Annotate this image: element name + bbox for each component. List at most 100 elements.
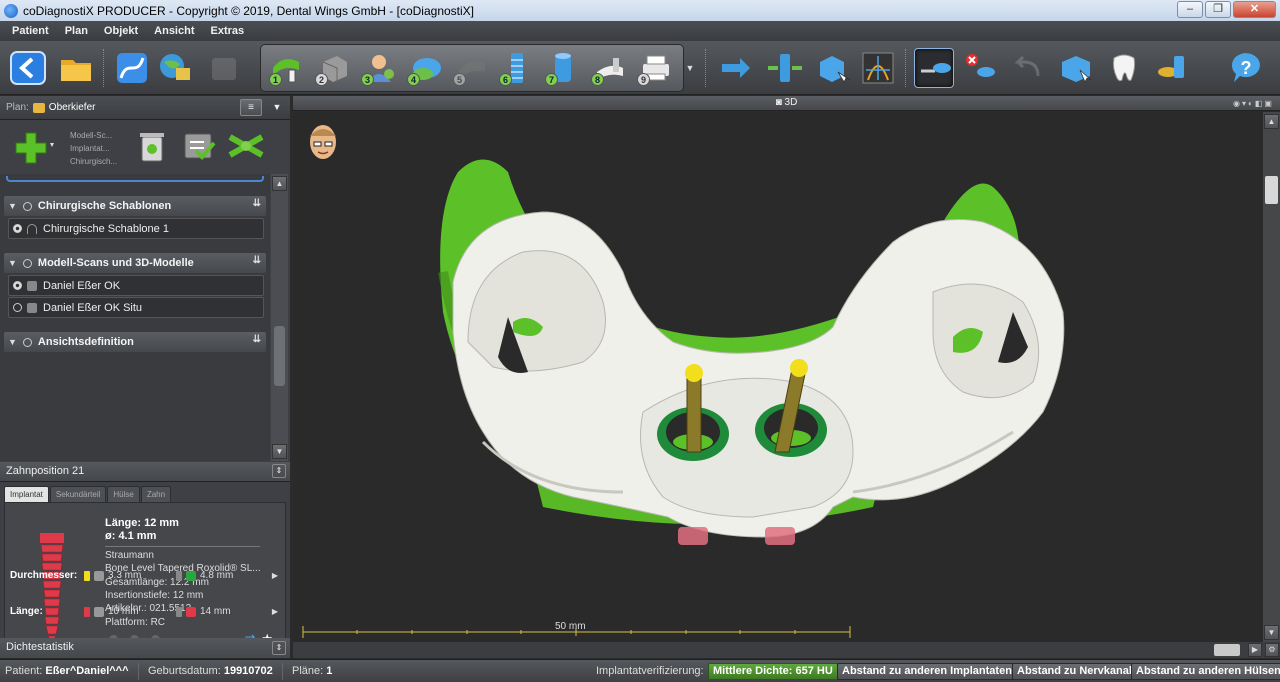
curve-tool-button[interactable] <box>112 48 152 88</box>
tree-scrollbar[interactable]: ▲ ▼ <box>271 174 288 461</box>
implant-tabs: Implantat Sekundärteil Hülse Zahn <box>4 486 172 502</box>
spinner-icon[interactable]: ⇕ <box>272 464 286 478</box>
camera-icon: ◙ <box>775 97 785 108</box>
distance-sleeves-button[interactable]: Abstand zu anderen Hülsen <box>1131 663 1280 680</box>
object-type-label-implants: Implantat... <box>70 144 110 153</box>
plans-value: 1 <box>326 665 333 677</box>
tooth-button[interactable] <box>1104 48 1144 88</box>
workflow-step-6[interactable]: 6 <box>497 48 537 88</box>
scroll-up-icon[interactable]: ▲ <box>272 176 287 191</box>
workflow-step-3[interactable]: 3 <box>359 48 399 88</box>
next-arrow-icon[interactable]: ▶ <box>272 607 278 616</box>
plan-list-button[interactable]: ≡ <box>240 99 262 116</box>
menu-plan[interactable]: Plan <box>57 25 96 37</box>
workflow-step-4[interactable]: 4 <box>405 48 445 88</box>
view-controls-icon[interactable]: ◉▾◐◧▣ <box>1233 97 1274 111</box>
workflow-step-9[interactable]: 9 <box>635 48 675 88</box>
guide-export-button[interactable] <box>226 129 266 163</box>
tree-item-model-ok-situ[interactable]: Daniel Eßer OK Situ <box>8 297 264 318</box>
verify-list-button[interactable] <box>182 129 218 163</box>
density-statistics-bar[interactable]: Dichtestatistik ⇕ <box>0 638 290 658</box>
remove-measure-button[interactable] <box>960 48 1000 88</box>
move-tool-button[interactable] <box>716 48 756 88</box>
tab-sekundaerteil[interactable]: Sekundärteil <box>49 486 107 502</box>
length-option-label: 10 mm <box>108 606 139 617</box>
distance-implants-button[interactable]: Abstand zu anderen Implantaten <box>837 663 1017 680</box>
implant-diameter: ø: 4.1 mm <box>105 530 157 543</box>
close-button[interactable]: ✕ <box>1233 1 1276 18</box>
collapse-all-icon[interactable]: ⇊ <box>253 198 261 209</box>
section-title: Chirurgische Schablonen <box>37 200 172 212</box>
plan-selector[interactable]: Plan: Oberkiefer ≡ ▼ <box>0 96 290 120</box>
minimize-button[interactable]: – <box>1177 1 1203 18</box>
visibility-radio[interactable] <box>13 303 22 312</box>
add-object-button[interactable] <box>14 129 54 165</box>
scroll-down-icon[interactable]: ▼ <box>1264 625 1279 640</box>
visibility-radio[interactable] <box>13 224 22 233</box>
viewport-horizontal-scrollbar[interactable]: ▶ ⚙ <box>293 642 1280 658</box>
3d-viewport[interactable] <box>293 112 1263 642</box>
sleeve-tool-button[interactable] <box>1152 48 1192 88</box>
maximize-button[interactable]: ❐ <box>1205 1 1231 18</box>
step-badge: 8 <box>591 73 604 86</box>
mean-density-button[interactable]: Mittlere Dichte: 657 HU <box>708 663 838 680</box>
menu-patient[interactable]: Patient <box>4 25 57 37</box>
tooth-position-bar[interactable]: Zahnposition 21 ⇕ <box>0 462 290 482</box>
section-header-model-scans[interactable]: ▼ Modell-Scans und 3D-Modelle ⇊ <box>4 253 266 273</box>
section-header-view-definition[interactable]: ▼ Ansichtsdefinition ⇊ <box>4 332 266 352</box>
viewport-vertical-scrollbar[interactable]: ▲ ▼ <box>1263 112 1280 642</box>
section-header-surgical-guides[interactable]: ▼ Chirurgische Schablonen ⇊ <box>4 196 266 216</box>
back-button[interactable] <box>8 48 48 88</box>
box-select-button[interactable] <box>812 48 852 88</box>
undo-button[interactable] <box>1008 48 1048 88</box>
scroll-thumb[interactable] <box>1265 176 1278 204</box>
step-badge: 6 <box>499 73 512 86</box>
tree-item-surgical-guide-1[interactable]: Chirurgische Schablone 1 <box>8 218 264 239</box>
distance-nerve-button[interactable]: Abstand zu Nervkanal <box>1012 663 1137 680</box>
scroll-thumb[interactable] <box>1214 644 1240 656</box>
tab-huelse[interactable]: Hülse <box>107 486 140 502</box>
implant-mini-icon <box>94 606 104 617</box>
visibility-radio[interactable] <box>13 281 22 290</box>
tab-zahn[interactable]: Zahn <box>140 486 172 502</box>
left-panel: Plan: Oberkiefer ≡ ▼ Modell-Sc... Implan… <box>0 96 290 658</box>
length-option-long[interactable]: 14 mm <box>176 606 231 617</box>
scroll-right-icon[interactable]: ▶ <box>1248 643 1262 657</box>
scroll-thumb[interactable] <box>274 326 285 386</box>
tree-item-model-ok[interactable]: Daniel Eßer OK <box>8 275 264 296</box>
measure-tool-button[interactable] <box>914 48 954 88</box>
open-folder-button[interactable] <box>56 48 96 88</box>
collapse-all-icon[interactable]: ⇊ <box>253 255 261 266</box>
view-header: ◙ 3D ◉▾◐◧▣ <box>293 96 1280 111</box>
workflow-step-8[interactable]: 8 <box>589 48 629 88</box>
length-option-short[interactable]: 10 mm <box>84 606 139 617</box>
recycle-bin-button[interactable] <box>136 129 168 163</box>
menu-extras[interactable]: Extras <box>203 25 253 37</box>
implant-mini-icon <box>186 606 196 617</box>
diameter-option-large[interactable]: 4.8 mm <box>176 570 233 581</box>
settings-gear-icon[interactable]: ⚙ <box>1265 643 1279 657</box>
spinner-icon[interactable]: ⇕ <box>272 641 286 655</box>
menu-objekt[interactable]: Objekt <box>96 25 146 37</box>
object-select-button[interactable] <box>1056 48 1096 88</box>
scroll-down-icon[interactable]: ▼ <box>272 444 287 459</box>
workflow-step-2[interactable]: 2 <box>313 48 353 88</box>
workflow-dropdown-icon[interactable]: ▼ <box>684 46 696 90</box>
globe-export-button[interactable] <box>156 48 196 88</box>
plan-dropdown-icon[interactable]: ▼ <box>268 99 286 116</box>
birthdate-value: 19910702 <box>223 665 273 677</box>
diameter-option-small[interactable]: 3.3 mm <box>84 570 141 581</box>
workflow-step-1[interactable]: 1 <box>267 48 307 88</box>
scroll-up-icon[interactable]: ▲ <box>1264 114 1279 129</box>
tab-implantat[interactable]: Implantat <box>4 486 49 502</box>
workflow-step-7[interactable]: 7 <box>543 48 583 88</box>
workflow-step-5[interactable]: 5 <box>451 48 491 88</box>
3d-scene[interactable] <box>293 112 1263 642</box>
menu-ansicht[interactable]: Ansicht <box>146 25 202 37</box>
disabled-tool-button[interactable] <box>204 48 244 88</box>
align-implant-button[interactable] <box>764 48 804 88</box>
next-arrow-icon[interactable]: ▶ <box>272 571 278 580</box>
collapse-all-icon[interactable]: ⇊ <box>253 334 261 345</box>
help-button[interactable]: ? <box>1226 48 1266 88</box>
grid-view-button[interactable] <box>858 48 898 88</box>
